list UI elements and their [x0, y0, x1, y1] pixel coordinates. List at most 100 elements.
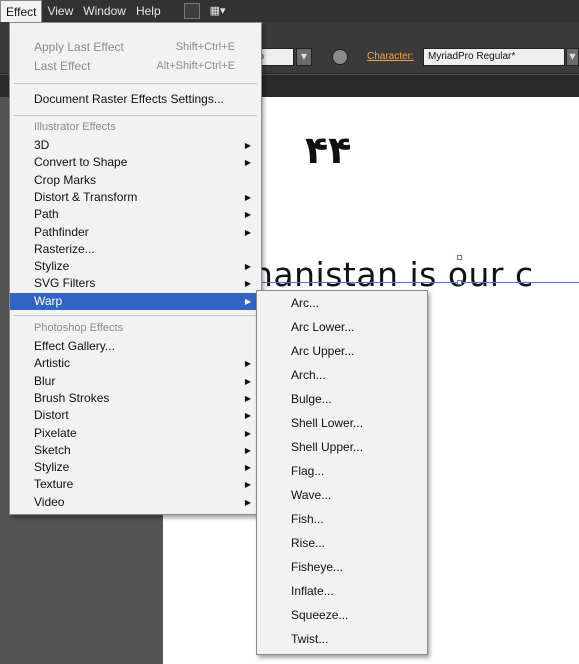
menu-item-label: Path — [34, 207, 59, 222]
menu-item-label: Pathfinder — [34, 224, 89, 239]
warp-item-arch[interactable]: Arch... — [257, 365, 427, 385]
menu-item-label: Convert to Shape — [34, 155, 128, 170]
menu-item-label: Blur — [34, 373, 56, 388]
warp-item-wave[interactable]: Wave... — [257, 485, 427, 505]
menu-separator — [14, 83, 257, 84]
submenu-arrow-icon: ▶ — [244, 463, 251, 473]
menu-item-label: Pixelate — [34, 425, 77, 440]
submenu-arrow-icon: ▶ — [244, 428, 251, 438]
submenu-arrow-icon: ▶ — [244, 158, 251, 168]
menu-item-blur[interactable]: Blur ▶ — [10, 373, 261, 390]
menu-item-video[interactable]: Video ▶ — [10, 494, 261, 511]
menu-item-distort-transform[interactable]: Distort & Transform ▶ — [10, 189, 261, 206]
menu-item-stylize[interactable]: Stylize ▶ — [10, 258, 261, 275]
menu-item-artistic[interactable]: Artistic ▶ — [10, 355, 261, 372]
menu-item-label: Last Effect — [34, 59, 91, 73]
warp-item-arc[interactable]: Arc... — [257, 293, 427, 313]
warp-item-shell-upper[interactable]: Shell Upper... — [257, 437, 427, 457]
warp-item-flag[interactable]: Flag... — [257, 461, 427, 481]
menu-item-sketch[interactable]: Sketch ▶ — [10, 442, 261, 459]
menu-view[interactable]: View — [42, 0, 78, 22]
warp-item-fisheye[interactable]: Fisheye... — [257, 557, 427, 577]
arrange-documents-icon[interactable]: ▦▾ — [210, 3, 232, 19]
selection-baseline — [260, 282, 579, 283]
submenu-arrow-icon: ▶ — [244, 393, 251, 403]
menu-item-label: Brush Strokes — [34, 390, 110, 405]
font-family-field[interactable]: MyriadPro Regular* — [423, 48, 565, 66]
size-dropdown-chevron-icon[interactable]: ▼ — [296, 48, 312, 66]
submenu-arrow-icon: ▶ — [244, 480, 251, 490]
warp-item-shell-lower[interactable]: Shell Lower... — [257, 413, 427, 433]
shortcut-label: Alt+Shift+Ctrl+E — [156, 60, 235, 72]
menu-window[interactable]: Window — [78, 0, 131, 22]
menu-item-apply-last-effect[interactable]: Apply Last Effect Shift+Ctrl+E — [10, 39, 261, 56]
menu-item-label: Effect Gallery... — [34, 339, 115, 353]
menu-item-label: Distort — [34, 408, 69, 423]
arabic-text-object[interactable]: ۴۴ — [305, 128, 351, 172]
menu-item-rasterize[interactable]: Rasterize... — [10, 241, 261, 258]
submenu-arrow-icon: ▶ — [244, 296, 251, 306]
menu-item-label: Rasterize... — [34, 241, 95, 256]
warp-item-arc-upper[interactable]: Arc Upper... — [257, 341, 427, 361]
submenu-arrow-icon: ▶ — [244, 411, 251, 421]
menu-item-distort[interactable]: Distort ▶ — [10, 407, 261, 424]
menu-item-path[interactable]: Path ▶ — [10, 206, 261, 223]
submenu-arrow-icon: ▶ — [244, 359, 251, 369]
character-panel-link[interactable]: Character: — [367, 51, 414, 62]
submenu-arrow-icon: ▶ — [244, 445, 251, 455]
warp-item-inflate[interactable]: Inflate... — [257, 581, 427, 601]
warp-item-rise[interactable]: Rise... — [257, 533, 427, 553]
menu-help[interactable]: Help — [131, 0, 166, 22]
submenu-arrow-icon: ▶ — [244, 262, 251, 272]
menu-item-label: Artistic — [34, 356, 70, 371]
menu-separator — [14, 315, 257, 316]
menu-item-texture[interactable]: Texture ▶ — [10, 476, 261, 493]
font-family-chevron-icon[interactable]: ▼ — [566, 48, 579, 66]
menu-item-label: Texture — [34, 477, 74, 492]
menu-item-label: 3D — [34, 138, 50, 152]
warp-item-squeeze[interactable]: Squeeze... — [257, 605, 427, 625]
submenu-arrow-icon: ▶ — [244, 192, 251, 202]
menu-item-raster-settings[interactable]: Document Raster Effects Settings... — [10, 91, 261, 108]
warp-submenu: Arc... Arc Lower... Arc Upper... Arch... Bul… — [256, 290, 428, 655]
menu-item-label: Sketch — [34, 442, 71, 457]
menu-item-label: Stylize — [34, 460, 70, 475]
menu-item-label: Distort & Transform — [34, 189, 138, 204]
menu-item-crop-marks[interactable]: Crop Marks — [10, 172, 261, 189]
menu-item-label: Stylize — [34, 259, 70, 274]
submenu-arrow-icon: ▶ — [244, 376, 251, 386]
selection-handle-top[interactable] — [457, 255, 462, 260]
menu-item-label: SVG Filters — [34, 276, 96, 291]
section-header-photoshop: Photoshop Effects — [34, 322, 124, 334]
menu-item-label: Apply Last Effect — [34, 40, 124, 54]
bridge-icon[interactable] — [183, 3, 200, 19]
menu-item-label: Warp — [34, 293, 63, 308]
warp-item-fish[interactable]: Fish... — [257, 509, 427, 529]
menu-item-3d[interactable]: 3D ▶ — [10, 137, 261, 154]
submenu-arrow-icon: ▶ — [244, 141, 251, 150]
effect-dropdown-menu: Apply Last Effect Shift+Ctrl+E Last Effe… — [9, 22, 262, 515]
menu-separator — [14, 115, 257, 116]
menu-item-warp[interactable]: Warp ▶ — [10, 292, 261, 310]
warp-item-twist[interactable]: Twist... — [257, 629, 427, 649]
menu-item-label: Crop Marks — [34, 172, 97, 187]
menu-effect[interactable]: Effect — [0, 0, 43, 22]
menu-item-stylize[interactable]: Stylize ▶ — [10, 459, 261, 476]
warp-item-bulge[interactable]: Bulge... — [257, 389, 427, 409]
menu-item-pixelate[interactable]: Pixelate ▶ — [10, 425, 261, 442]
menu-item-convert-to-shape[interactable]: Convert to Shape ▶ — [10, 154, 261, 171]
submenu-arrow-icon: ▶ — [244, 279, 251, 289]
selection-handle-bottom[interactable] — [457, 280, 462, 285]
menu-item-label: Video — [34, 494, 65, 509]
recolor-globe-icon[interactable] — [332, 49, 348, 65]
menu-item-svg-filters[interactable]: SVG Filters ▶ — [10, 275, 261, 292]
shortcut-label: Shift+Ctrl+E — [175, 41, 235, 53]
selected-text-object[interactable]: hanistan is our c — [252, 255, 534, 294]
warp-item-arc-lower[interactable]: Arc Lower... — [257, 317, 427, 337]
menu-item-last-effect[interactable]: Last Effect Alt+Shift+Ctrl+E — [10, 58, 261, 75]
submenu-arrow-icon: ▶ — [244, 497, 251, 507]
menu-item-brush-strokes[interactable]: Brush Strokes ▶ — [10, 390, 261, 407]
menu-item-effect-gallery[interactable]: Effect Gallery... — [10, 338, 261, 355]
menu-item-pathfinder[interactable]: Pathfinder ▶ — [10, 224, 261, 241]
submenu-arrow-icon: ▶ — [244, 227, 251, 237]
